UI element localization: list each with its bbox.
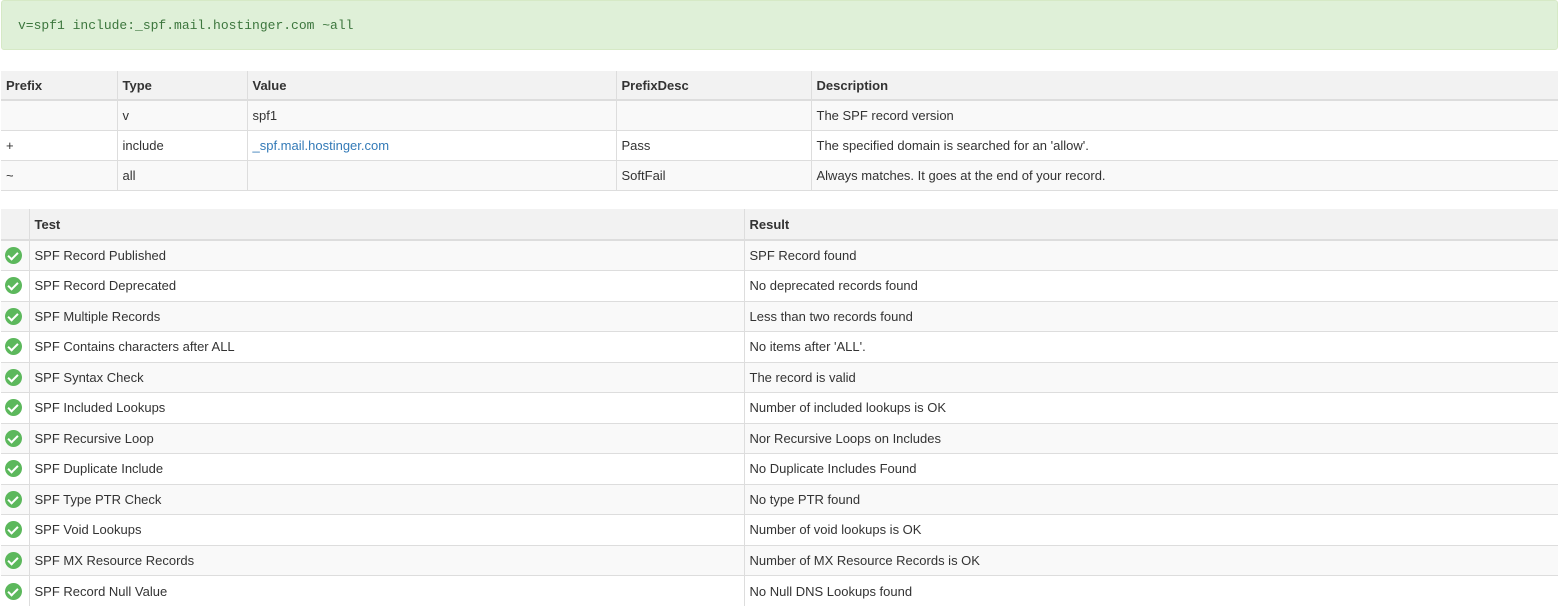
check-circle-icon: [5, 338, 22, 356]
spf-record-text: v=spf1 include:_spf.mail.hostinger.com ~…: [1, 0, 1558, 50]
table-row: v spf1 The SPF record version: [1, 99, 1558, 130]
description-cell: The SPF record version: [810, 99, 1558, 130]
test-result-cell: No type PTR found: [743, 483, 1558, 515]
test-result-cell: No Null DNS Lookups found: [743, 575, 1558, 606]
check-circle-icon: [5, 247, 22, 265]
check-circle-icon: [5, 490, 22, 508]
status-cell: [1, 544, 29, 576]
table-row: SPF Type PTR Check No type PTR found: [1, 483, 1558, 515]
test-result-cell: SPF Record found: [743, 239, 1558, 271]
test-name-cell: SPF Recursive Loop: [28, 422, 744, 454]
check-circle-icon: [5, 277, 22, 295]
table-row: SPF Record Null Value No Null DNS Lookups…: [1, 575, 1558, 606]
table-row: + include _spf.mail.hostinger.com Pass T…: [1, 129, 1558, 160]
table-row: SPF Recursive Loop Nor Recursive Loops on…: [1, 422, 1558, 454]
check-circle-icon: [5, 551, 22, 569]
table-header-row: Test Result: [1, 209, 1558, 241]
test-result-cell: No Duplicate Includes Found: [743, 453, 1558, 484]
column-header-type: Type: [116, 71, 247, 101]
status-cell: [1, 270, 29, 301]
table-row: SPF Void Lookups Number of void lookups i…: [1, 514, 1558, 545]
test-name-cell: SPF Multiple Records: [28, 300, 744, 332]
table-row: SPF Record Published SPF Record found: [1, 239, 1558, 271]
status-cell: [1, 514, 29, 545]
test-name-cell: SPF Record Deprecated: [28, 270, 744, 301]
description-cell: Always matches. It goes at the end of yo…: [810, 159, 1558, 191]
prefix-cell: +: [1, 129, 117, 160]
test-name-cell: SPF Syntax Check: [28, 361, 744, 393]
test-name-cell: SPF Duplicate Include: [28, 453, 744, 484]
test-result-cell: Number of MX Resource Records is OK: [743, 544, 1558, 576]
status-cell: [1, 239, 29, 271]
check-circle-icon: [5, 521, 22, 539]
include-domain-link[interactable]: _spf.mail.hostinger.com: [253, 138, 390, 153]
check-circle-icon: [5, 307, 22, 325]
test-result-cell: No items after 'ALL'.: [743, 331, 1558, 362]
check-circle-icon: [5, 582, 22, 600]
test-name-cell: SPF Record Published: [28, 239, 744, 271]
table-row: SPF Contains characters after ALL No item…: [1, 331, 1558, 362]
test-name-cell: SPF Record Null Value: [28, 575, 744, 606]
status-cell: [1, 453, 29, 484]
prefix-desc-cell: [615, 99, 811, 130]
status-cell: [1, 361, 29, 393]
table-row: SPF Included Lookups Number of included l…: [1, 392, 1558, 423]
table-header-row: Prefix Type Value PrefixDesc Description: [1, 71, 1558, 101]
prefix-desc-cell: Pass: [615, 129, 811, 160]
status-cell: [1, 575, 29, 606]
table-row: SPF Syntax Check The record is valid: [1, 361, 1558, 393]
table-row: SPF MX Resource Records Number of MX Reso…: [1, 544, 1558, 576]
status-cell: [1, 392, 29, 423]
test-result-cell: Number of included lookups is OK: [743, 392, 1558, 423]
column-header-test: Test: [28, 209, 744, 241]
test-result-cell: Number of void lookups is OK: [743, 514, 1558, 545]
description-cell: The specified domain is searched for an …: [810, 129, 1558, 160]
type-cell: all: [116, 159, 247, 191]
column-header-status: [1, 209, 29, 241]
spf-tags-table: Prefix Type Value PrefixDesc Description…: [1, 71, 1558, 191]
status-cell: [1, 331, 29, 362]
test-result-cell: No deprecated records found: [743, 270, 1558, 301]
column-header-prefix: Prefix: [1, 71, 117, 101]
status-cell: [1, 483, 29, 515]
value-cell: [246, 159, 616, 191]
test-name-cell: SPF Type PTR Check: [28, 483, 744, 515]
prefix-cell: ~: [1, 159, 117, 191]
column-header-prefix-desc: PrefixDesc: [615, 71, 811, 101]
status-cell: [1, 422, 29, 454]
column-header-value: Value: [246, 71, 616, 101]
type-cell: include: [116, 129, 247, 160]
prefix-desc-cell: SoftFail: [615, 159, 811, 191]
test-name-cell: SPF Included Lookups: [28, 392, 744, 423]
table-row: SPF Multiple Records Less than two record…: [1, 300, 1558, 332]
check-circle-icon: [5, 429, 22, 447]
prefix-cell: [1, 99, 117, 130]
value-cell: _spf.mail.hostinger.com: [246, 129, 616, 160]
table-row: ~ all SoftFail Always matches. It goes a…: [1, 159, 1558, 191]
column-header-result: Result: [743, 209, 1558, 241]
value-cell: spf1: [246, 99, 616, 130]
test-result-cell: Nor Recursive Loops on Includes: [743, 422, 1558, 454]
test-name-cell: SPF Contains characters after ALL: [28, 331, 744, 362]
test-name-cell: SPF MX Resource Records: [28, 544, 744, 576]
table-row: SPF Record Deprecated No deprecated recor…: [1, 270, 1558, 301]
check-circle-icon: [5, 368, 22, 386]
spf-tests-table: Test Result SPF Record Published SPF Reco…: [1, 209, 1558, 606]
status-cell: [1, 300, 29, 332]
column-header-description: Description: [810, 71, 1558, 101]
test-name-cell: SPF Void Lookups: [28, 514, 744, 545]
table-row: SPF Duplicate Include No Duplicate Includ…: [1, 453, 1558, 484]
test-result-cell: Less than two records found: [743, 300, 1558, 332]
test-result-cell: The record is valid: [743, 361, 1558, 393]
type-cell: v: [116, 99, 247, 130]
check-circle-icon: [5, 460, 22, 478]
check-circle-icon: [5, 399, 22, 417]
